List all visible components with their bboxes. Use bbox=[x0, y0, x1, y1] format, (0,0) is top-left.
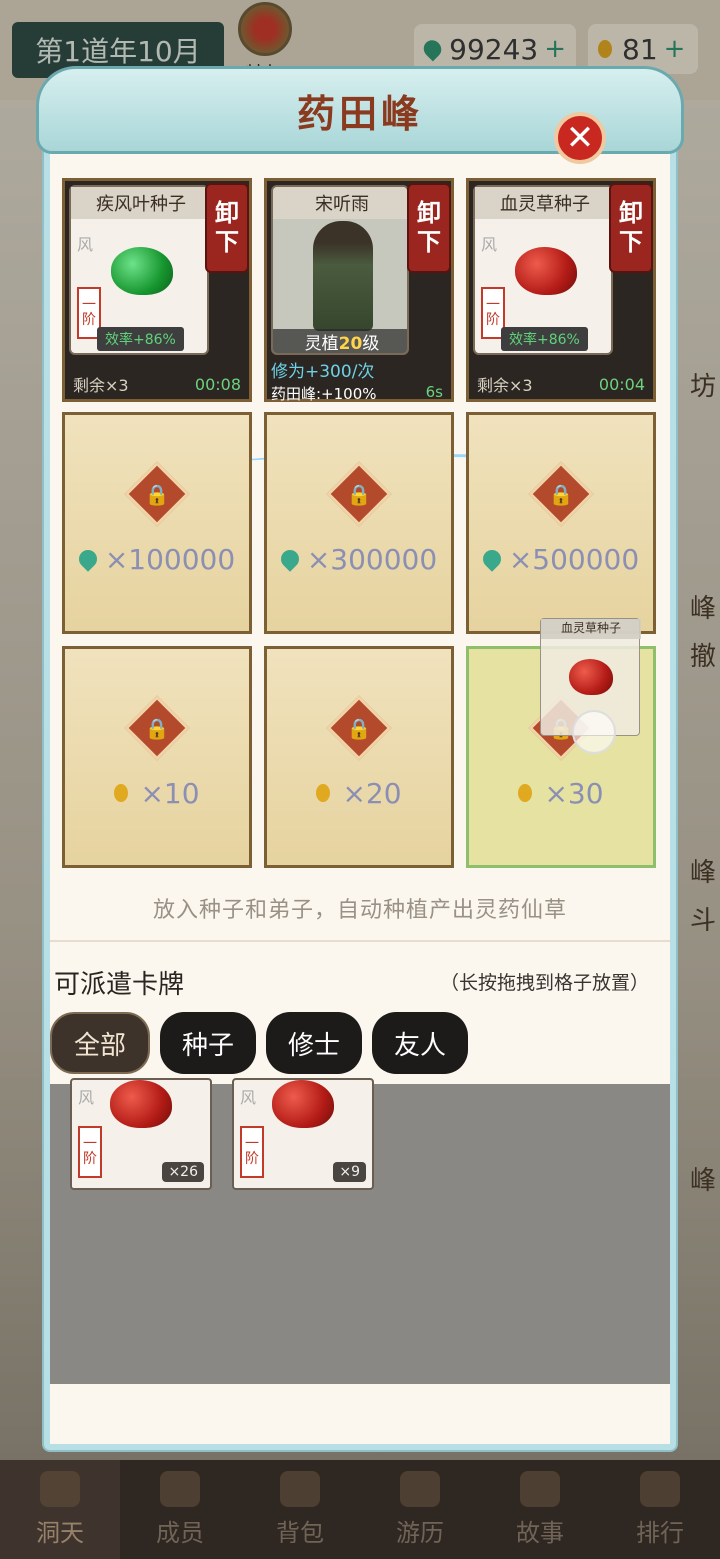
slot-timer: 00:04 bbox=[598, 374, 645, 394]
grade-mark: 风 bbox=[78, 1088, 95, 1107]
grade-mark: 风 bbox=[481, 235, 498, 254]
lock-icon: 🔒 bbox=[124, 460, 190, 527]
lock-icon: 🔒 bbox=[326, 694, 392, 761]
card-title: 血灵草种子 bbox=[541, 619, 641, 639]
cultivation-gain: 修为+300/次 bbox=[271, 362, 375, 382]
locked-slot[interactable]: 🔒 ×10 bbox=[62, 646, 252, 868]
dispatch-title: 可派遣卡牌 bbox=[54, 970, 185, 1000]
remaining-count: 剩余×3 bbox=[73, 376, 129, 395]
panel-title: 药田峰 bbox=[296, 91, 423, 136]
lock-icon: 🔒 bbox=[124, 694, 190, 761]
seed-card[interactable]: 血灵草种子 风 一阶 效率+86% bbox=[473, 185, 615, 355]
card-deck: 风 一阶 ×26 风 一阶 ×9 bbox=[50, 1078, 670, 1384]
planting-hint: 放入种子和弟子，自动种植产出灵药仙草 bbox=[152, 898, 567, 923]
unlock-cost: ×100000 bbox=[75, 542, 236, 576]
red-seed-icon bbox=[569, 659, 613, 695]
spirit-stone-icon bbox=[75, 546, 101, 572]
red-seed-icon bbox=[515, 247, 577, 295]
remaining-count: 剩余×3 bbox=[477, 376, 533, 395]
level-value: 20 bbox=[338, 334, 363, 354]
card-title: 疾风叶种子 bbox=[71, 187, 211, 219]
disciple-card[interactable]: 宋听雨 灵植20级 bbox=[271, 185, 409, 355]
spirit-stone-icon bbox=[277, 546, 303, 572]
unload-button[interactable]: 卸 下 bbox=[609, 183, 653, 273]
slot-timer: 6s bbox=[425, 383, 443, 401]
unload-char: 卸 bbox=[215, 199, 239, 228]
deck-card[interactable]: 风 一阶 ×9 bbox=[232, 1078, 374, 1190]
unlock-cost: ×300000 bbox=[277, 542, 438, 576]
lock-icon: 🔒 bbox=[528, 460, 594, 527]
card-filter-tabs: 全部 种子 修士 友人 bbox=[50, 1012, 469, 1074]
unload-button[interactable]: 卸 下 bbox=[205, 183, 249, 273]
locked-slot[interactable]: 🔒 ×300000 bbox=[264, 412, 454, 634]
card-count: ×26 bbox=[162, 1162, 204, 1182]
level-suffix: 级 bbox=[362, 334, 380, 354]
cost-value: ×20 bbox=[342, 776, 402, 810]
planting-slot[interactable]: 血灵草种子 风 一阶 效率+86% 卸 下 剩余×3 00:04 bbox=[466, 178, 656, 402]
grade-mark: 风 bbox=[240, 1088, 257, 1107]
unload-char: 卸 bbox=[619, 199, 643, 228]
cost-value: ×500000 bbox=[508, 542, 640, 576]
locked-slot[interactable]: 🔒 ×20 bbox=[264, 646, 454, 868]
unload-char: 下 bbox=[215, 228, 239, 256]
grade-badge: 一阶 bbox=[78, 1126, 102, 1178]
unlock-cost: ×20 bbox=[316, 776, 402, 810]
deck-card[interactable]: 风 一阶 ×26 bbox=[70, 1078, 212, 1190]
tab-friends[interactable]: 友人 bbox=[372, 1012, 469, 1074]
slot-status: 剩余×3 00:04 bbox=[469, 367, 653, 401]
peak-bonus: 药田峰:+100% bbox=[271, 385, 377, 403]
tab-all[interactable]: 全部 bbox=[50, 1012, 151, 1074]
close-button[interactable]: ✕ bbox=[554, 112, 606, 164]
efficiency-label: 效率+86% bbox=[97, 327, 184, 351]
touch-indicator bbox=[572, 710, 616, 754]
drop-currency-icon bbox=[114, 784, 129, 802]
drop-currency-icon bbox=[518, 784, 533, 802]
close-icon: ✕ bbox=[565, 118, 595, 158]
efficiency-label: 效率+86% bbox=[501, 327, 588, 351]
divider bbox=[50, 940, 670, 942]
card-title: 宋听雨 bbox=[273, 187, 407, 219]
disciple-portrait bbox=[313, 221, 373, 331]
cost-value: ×10 bbox=[140, 776, 200, 810]
planting-slot[interactable]: 疾风叶种子 风 一阶 效率+86% 卸 下 剩余×3 00:08 bbox=[62, 178, 252, 402]
cost-value: ×300000 bbox=[306, 542, 438, 576]
locked-slot[interactable]: 🔒 ×500000 bbox=[466, 412, 656, 634]
disciple-level: 灵植20级 bbox=[273, 329, 407, 354]
unload-char: 下 bbox=[619, 228, 643, 256]
cost-value: ×100000 bbox=[104, 542, 236, 576]
slot-timer: 00:08 bbox=[194, 374, 241, 394]
tab-cultivators[interactable]: 修士 bbox=[266, 1012, 363, 1074]
red-seed-icon bbox=[110, 1080, 172, 1128]
unlock-cost: ×500000 bbox=[479, 542, 640, 576]
unload-char: 卸 bbox=[417, 199, 441, 228]
red-seed-icon bbox=[272, 1080, 334, 1128]
unload-button[interactable]: 卸 下 bbox=[407, 183, 451, 273]
lock-icon: 🔒 bbox=[326, 460, 392, 527]
cost-value: ×30 bbox=[544, 776, 604, 810]
dispatch-tip: （长按拖拽到格子放置） bbox=[440, 972, 650, 994]
grade-mark: 风 bbox=[77, 235, 94, 254]
tab-seeds[interactable]: 种子 bbox=[160, 1012, 257, 1074]
unload-char: 下 bbox=[417, 228, 441, 256]
seed-card[interactable]: 疾风叶种子 风 一阶 效率+86% bbox=[69, 185, 211, 355]
unlock-cost: ×30 bbox=[518, 776, 604, 810]
spirit-stone-icon bbox=[479, 546, 505, 572]
level-prefix: 灵植 bbox=[304, 334, 339, 354]
drop-currency-icon bbox=[316, 784, 331, 802]
slot-status: 剩余×3 00:08 bbox=[65, 367, 249, 401]
grade-badge: 一阶 bbox=[240, 1126, 264, 1178]
green-seed-icon bbox=[111, 247, 173, 295]
unlock-cost: ×10 bbox=[114, 776, 200, 810]
locked-slot[interactable]: 🔒 ×100000 bbox=[62, 412, 252, 634]
card-title: 血灵草种子 bbox=[475, 187, 615, 219]
card-count: ×9 bbox=[333, 1162, 366, 1182]
planting-slot[interactable]: 宋听雨 灵植20级 卸 下 修为+300/次 药田峰:+100% 6s bbox=[264, 178, 454, 403]
